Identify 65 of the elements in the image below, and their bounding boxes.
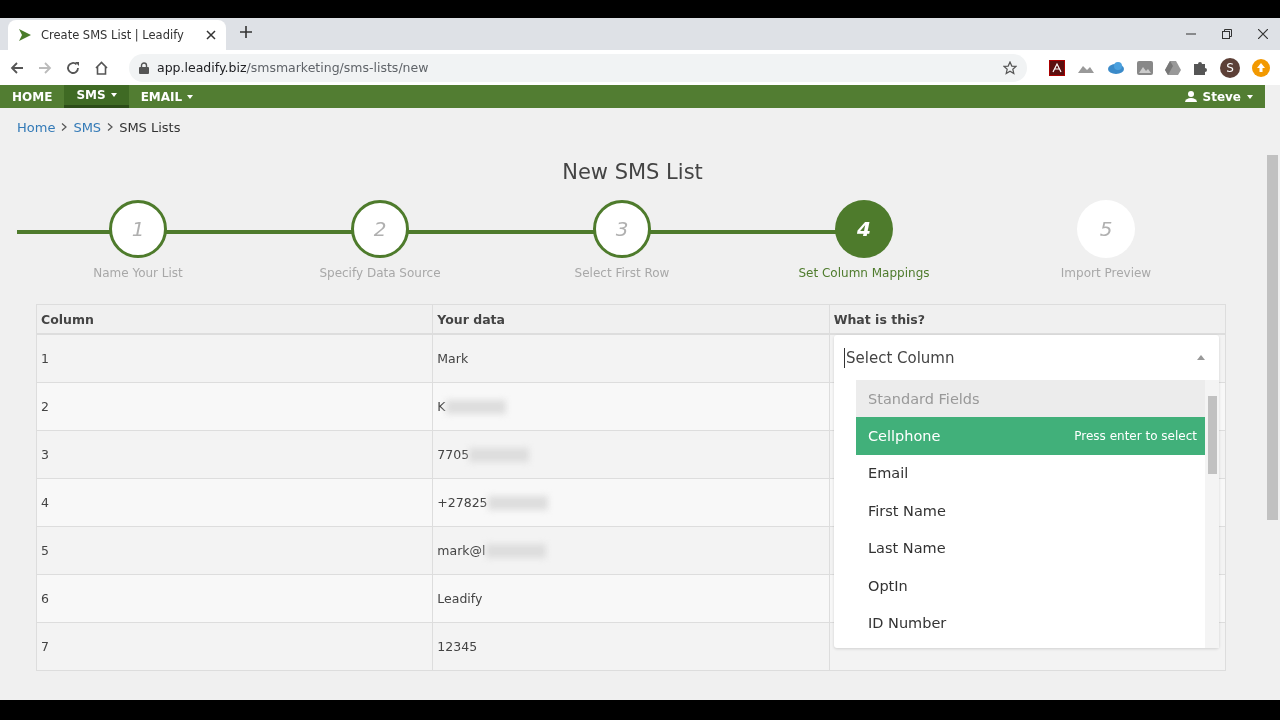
step-circle: 1: [109, 200, 167, 258]
table-cell: +27825: [432, 478, 830, 527]
lock-icon: [139, 61, 149, 74]
group-header: Standard Fields: [856, 380, 1205, 417]
user-icon: [1184, 91, 1197, 102]
table-cell: 2: [36, 382, 433, 431]
step-label: Set Column Mappings: [798, 266, 930, 280]
step-circle: 5: [1077, 200, 1135, 258]
scrollbar[interactable]: [1205, 380, 1219, 648]
column-header: Column: [36, 304, 433, 334]
dropdown-option[interactable]: OptIn: [856, 567, 1205, 605]
table-cell: 3: [36, 430, 433, 479]
column-header: What is this?: [829, 304, 1226, 334]
table-cell: 4: [36, 478, 433, 527]
caret-icon: [1197, 355, 1205, 360]
table-cell: Mark: [432, 334, 830, 383]
column-header: Your data: [432, 304, 830, 334]
table-cell: Leadify: [432, 574, 830, 623]
step-label: Name Your List: [93, 266, 183, 280]
step-label: Select First Row: [574, 266, 670, 280]
breadcrumb-link[interactable]: SMS: [73, 119, 102, 135]
restore-icon[interactable]: [1222, 29, 1232, 39]
table-cell: mark@l: [432, 526, 830, 575]
dropdown-option[interactable]: ID Number: [856, 604, 1205, 642]
breadcrumb-current: SMS Lists: [119, 119, 181, 135]
table-cell: K: [432, 382, 830, 431]
table-cell: 7705: [432, 430, 830, 479]
table-cell: 7: [36, 622, 433, 671]
back-arrow-icon[interactable]: [10, 60, 24, 75]
address-bar[interactable]: app.leadify.biz/smsmarketing/sms-lists/new: [129, 53, 1027, 82]
close-icon[interactable]: [206, 30, 216, 40]
document-icon[interactable]: [1049, 59, 1065, 76]
step-label: Import Preview: [1060, 266, 1152, 280]
triangle-icon[interactable]: [1165, 60, 1181, 75]
step-circle: 3: [593, 200, 651, 258]
table-cell: 6: [36, 574, 433, 623]
dropdown-option[interactable]: First Name: [856, 492, 1205, 530]
chevron-icon: [61, 123, 68, 131]
url-text: app.leadify.biz/smsmarketing/sms-lists/new: [157, 60, 430, 75]
step-label: Specify Data Source: [319, 266, 441, 280]
nav-item[interactable]: SMS: [64, 85, 129, 108]
page-title: New SMS List: [562, 160, 703, 184]
star-icon[interactable]: [1003, 60, 1017, 75]
breadcrumb-link[interactable]: Home: [17, 119, 56, 135]
step-circle: 4: [835, 200, 893, 258]
plus-icon[interactable]: [240, 26, 252, 38]
table-cell: 12345: [432, 622, 830, 671]
tab-title: Create SMS List | Leadify: [41, 28, 185, 42]
browser-tab[interactable]: Create SMS List | Leadify: [8, 20, 226, 50]
step-circle: 2: [351, 200, 409, 258]
table-cell: 5: [36, 526, 433, 575]
chevron-icon: [107, 123, 114, 131]
table-cell: 1: [36, 334, 433, 383]
image-icon[interactable]: [1137, 60, 1153, 75]
nav-item[interactable]: EMAIL: [128, 85, 206, 108]
dropdown-option[interactable]: Email: [856, 454, 1205, 492]
home-icon[interactable]: [94, 60, 109, 75]
puzzle-icon[interactable]: [1193, 60, 1208, 75]
caret-icon: [1247, 94, 1253, 99]
nav-item[interactable]: HOME: [0, 85, 65, 108]
play-icon: [18, 28, 32, 42]
user-menu[interactable]: Steve: [1184, 85, 1253, 108]
close-icon[interactable]: [1258, 29, 1268, 39]
reload-icon[interactable]: [66, 60, 80, 75]
profile-avatar[interactable]: S: [1220, 57, 1240, 78]
